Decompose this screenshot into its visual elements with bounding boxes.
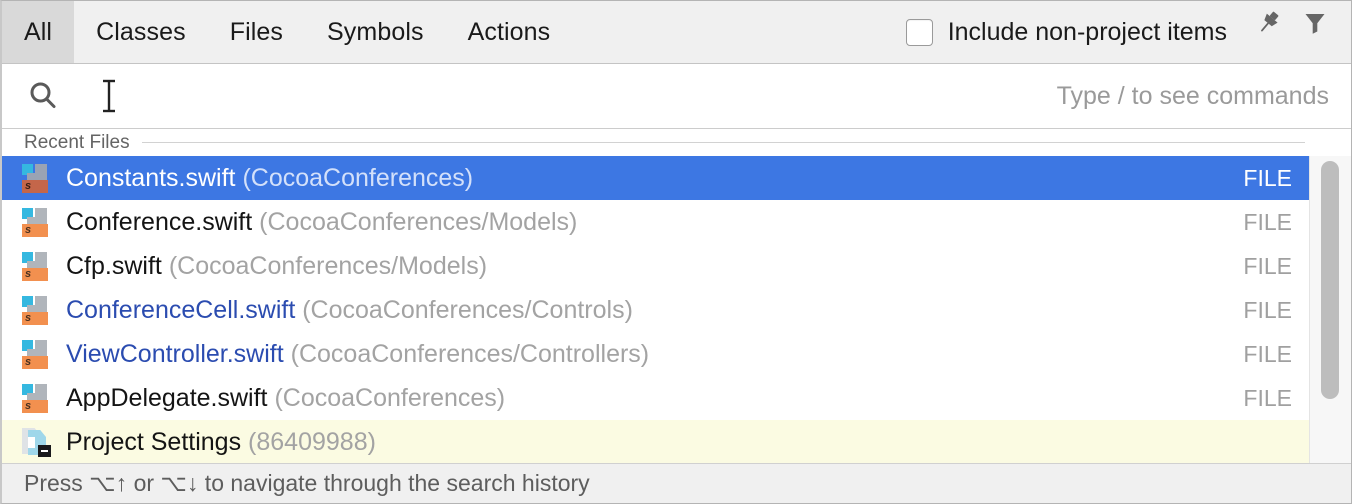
result-file-name: Cfp.swift [66,251,162,280]
result-file-path: (CocoaConferences/Controls) [302,295,633,324]
tab-all[interactable]: All [2,1,75,63]
tab-symbols-label: Symbols [327,17,424,46]
swift-file-icon: s [20,163,54,193]
tab-actions[interactable]: Actions [446,1,573,63]
result-type-badge: FILE [1243,252,1292,279]
tab-bar: All Classes Files Symbols Actions Includ… [2,1,1351,64]
tab-symbols[interactable]: Symbols [305,1,446,63]
result-type-badge: FILE [1243,164,1292,191]
result-file-name: ConferenceCell.swift [66,295,296,324]
swift-file-icon: s [20,207,54,237]
search-icon [26,79,60,113]
result-file-path: (CocoaConferences) [274,383,506,412]
result-type-badge: FILE [1243,340,1292,367]
result-file-name: ViewController.swift [66,339,284,368]
result-row-label: Constants.swift (CocoaConferences) [66,164,1243,193]
result-file-path: (CocoaConferences/Models) [259,207,578,236]
filter-button[interactable] [1293,1,1337,45]
result-file-path: (CocoaConferences) [242,163,474,192]
tab-bar-spacer [572,1,905,63]
search-everywhere-popup: All Classes Files Symbols Actions Includ… [0,0,1352,504]
result-row-constants-swift[interactable]: s Constants.swift (CocoaConferences) FIL… [2,156,1312,200]
pin-button[interactable] [1247,1,1291,45]
include-non-project-items-label: Include non-project items [947,17,1227,46]
swift-file-icon: s [20,251,54,281]
group-header-recent-files: Recent Files [2,129,1351,156]
result-row-conferencecell-swift[interactable]: s ConferenceCell.swift (CocoaConferences… [2,288,1312,332]
tab-classes-label: Classes [96,17,186,46]
swift-file-icon: s [20,339,54,369]
tab-files[interactable]: Files [208,1,305,63]
project-settings-icon [20,427,54,457]
result-file-name: Conference.swift [66,207,253,236]
result-file-name: AppDelegate.swift [66,383,268,412]
result-file-name: Constants.swift [66,163,236,192]
group-header-divider [141,142,1305,143]
text-cursor-icon [100,77,118,115]
footer-hint-bar: Press ⌥↑ or ⌥↓ to navigate through the s… [2,463,1351,503]
result-file-path: (CocoaConferences/Models) [168,251,488,280]
result-row-label: Cfp.swift (CocoaConferences/Models) [66,252,1243,281]
result-type-badge: FILE [1243,384,1292,411]
result-row-project-settings[interactable]: Project Settings (86409988) [2,420,1312,463]
results-list: s Constants.swift (CocoaConferences) FIL… [2,156,1312,463]
result-row-label: ViewController.swift (CocoaConferences/C… [66,340,1243,369]
footer-hint-text: Press ⌥↑ or ⌥↓ to navigate through the s… [24,470,590,496]
result-row-label: Conference.swift (CocoaConferences/Model… [66,208,1243,237]
tab-all-label: All [24,17,53,46]
result-type-badge: FILE [1243,208,1292,235]
result-file-name: Project Settings [66,427,242,456]
pin-icon [1261,11,1279,32]
results-list-area: s Constants.swift (CocoaConferences) FIL… [2,156,1351,463]
include-non-project-items-checkbox[interactable] [905,18,933,46]
result-row-label: AppDelegate.swift (CocoaConferences) [66,384,1243,413]
results-scrollbar[interactable] [1309,156,1351,463]
group-header-label: Recent Files [24,131,130,153]
result-file-path: (86409988) [248,427,376,456]
filter-icon [1305,14,1325,34]
result-row-label: ConferenceCell.swift (CocoaConferences/C… [66,296,1243,325]
result-row-label: Project Settings (86409988) [66,428,1292,457]
result-row-viewcontroller-swift[interactable]: s ViewController.swift (CocoaConferences… [2,332,1312,376]
result-type-badge: FILE [1243,296,1292,323]
swift-file-icon: s [20,295,54,325]
tab-files-label: Files [229,17,284,46]
result-row-appdelegate-swift[interactable]: s AppDelegate.swift (CocoaConferences) F… [2,376,1312,420]
search-row[interactable]: Type / to see commands [2,64,1351,129]
search-commands-hint: Type / to see commands [1056,81,1329,110]
scrollbar-thumb[interactable] [1321,161,1339,399]
swift-file-icon: s [20,383,54,413]
result-row-conference-swift[interactable]: s Conference.swift (CocoaConferences/Mod… [2,200,1312,244]
result-file-path: (CocoaConferences/Controllers) [290,339,650,368]
include-non-project-items-control[interactable]: Include non-project items [905,1,1233,63]
tab-classes[interactable]: Classes [74,1,208,63]
result-row-cfp-swift[interactable]: s Cfp.swift (CocoaConferences/Models) FI… [2,244,1312,288]
tab-actions-label: Actions [467,17,551,46]
